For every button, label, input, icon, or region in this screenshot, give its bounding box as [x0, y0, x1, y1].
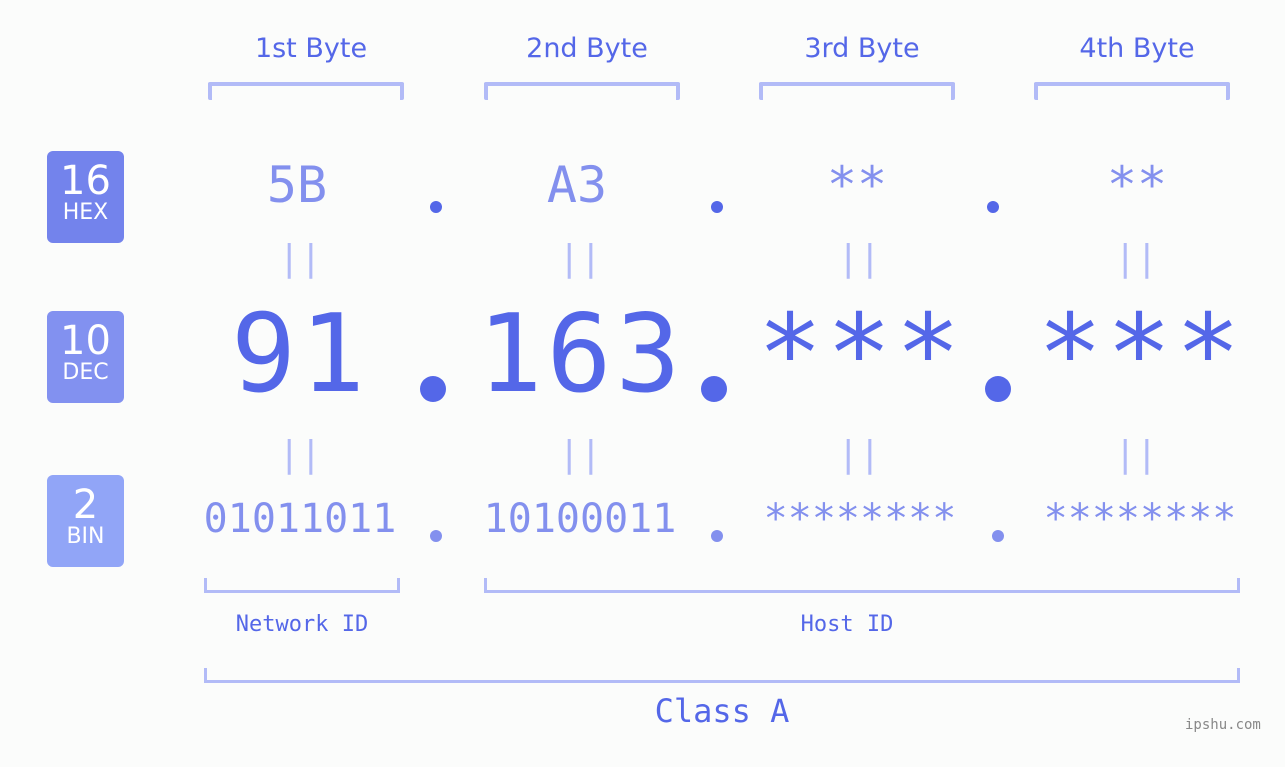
hex-value-4: ** [1106, 156, 1168, 214]
bin-value-3: ******** [763, 496, 957, 542]
dec-badge-label: DEC [62, 360, 109, 385]
hex-badge-number: 16 [60, 158, 111, 204]
bin-value-1: 01011011 [203, 496, 397, 542]
host-id-bracket [484, 578, 1240, 593]
dec-badge: 10 DEC [47, 311, 124, 403]
bin-badge: 2 BIN [47, 475, 124, 567]
equals-hex-dec-2: || [558, 238, 602, 279]
bin-badge-number: 2 [72, 482, 99, 528]
host-id-label: Host ID [800, 612, 894, 637]
bin-value-4: ******** [1043, 496, 1237, 542]
hex-badge: 16 HEX [47, 151, 124, 243]
byte-header-4: 4th Byte [1079, 33, 1195, 64]
class-bracket [204, 668, 1240, 683]
bin-value-2: 10100011 [483, 496, 677, 542]
equals-hex-dec-1: || [278, 238, 322, 279]
dec-badge-number: 10 [60, 318, 111, 364]
dec-dot-3 [985, 376, 1011, 402]
network-id-label: Network ID [235, 612, 369, 637]
dec-value-2: 163 [477, 292, 685, 417]
byte-header-3: 3rd Byte [804, 33, 920, 64]
byte-bracket-4 [1034, 82, 1230, 100]
bin-dot-3 [992, 530, 1004, 542]
equals-dec-bin-4: || [1114, 434, 1158, 475]
hex-value-2: A3 [546, 156, 608, 214]
class-label: Class A [654, 692, 790, 730]
byte-bracket-2 [484, 82, 680, 100]
hex-value-3: ** [826, 156, 888, 214]
hex-value-1: 5B [266, 156, 328, 214]
equals-hex-dec-3: || [837, 238, 881, 279]
dec-value-1: 91 [230, 292, 370, 417]
dec-dot-1 [420, 376, 446, 402]
watermark: ipshu.com [1185, 717, 1261, 733]
dec-value-4: *** [1037, 292, 1245, 417]
equals-dec-bin-3: || [837, 434, 881, 475]
hex-dot-2 [711, 201, 723, 213]
bin-dot-1 [430, 530, 442, 542]
network-id-bracket [204, 578, 400, 593]
dec-dot-2 [701, 376, 727, 402]
bin-dot-2 [711, 530, 723, 542]
equals-hex-dec-4: || [1114, 238, 1158, 279]
byte-bracket-1 [208, 82, 404, 100]
byte-bracket-3 [759, 82, 955, 100]
byte-header-2: 2nd Byte [526, 33, 648, 64]
equals-dec-bin-1: || [278, 434, 322, 475]
bin-badge-label: BIN [66, 524, 105, 549]
hex-dot-3 [987, 201, 999, 213]
dec-value-3: *** [757, 292, 965, 417]
hex-badge-label: HEX [62, 200, 109, 225]
byte-header-1: 1st Byte [254, 33, 368, 64]
equals-dec-bin-2: || [558, 434, 602, 475]
hex-dot-1 [430, 201, 442, 213]
